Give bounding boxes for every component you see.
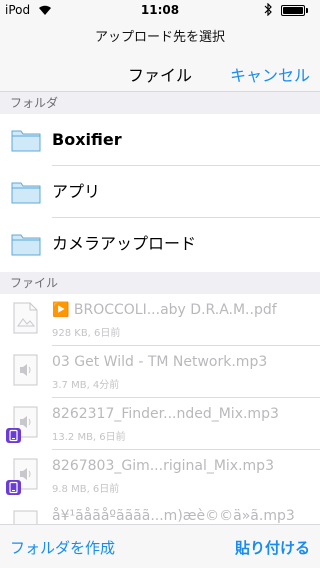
file-row: ▶️ BROCCOLI...aby D.R.A.M..pdf 928 KB, 6… <box>0 294 320 346</box>
folder-label: カメラアップロード <box>52 234 197 253</box>
file-name: 8262317_Finder...nded_Mix.mp3 <box>52 406 279 422</box>
file-row: 03 Get Wild - TM Network.mp3 3.7 MB, 4分前 <box>0 346 320 398</box>
file-name: 03 Get Wild - TM Network.mp3 <box>52 354 268 370</box>
battery-icon <box>281 5 305 16</box>
folder-icon <box>11 130 41 152</box>
audio-file-icon <box>13 354 38 386</box>
folder-label: Boxifier <box>52 130 122 149</box>
status-bar: iPod 11:08 <box>0 0 320 20</box>
bottom-toolbar: フォルダを作成 貼り付ける <box>0 524 320 568</box>
battery-tip <box>306 8 308 13</box>
file-name: 8267803_Gim...riginal_Mix.mp3 <box>52 458 274 474</box>
section-header-files: ファイル <box>0 272 320 294</box>
file-meta: 13.2 MB, 6日前 <box>52 432 126 443</box>
file-meta: 928 KB, 6日前 <box>52 328 121 339</box>
file-meta: 9.8 MB, 6日前 <box>52 484 120 495</box>
pdf-file-icon <box>13 302 38 334</box>
folder-icon <box>11 234 41 256</box>
clock: 11:08 <box>140 3 180 17</box>
folder-label: アプリ <box>52 182 101 201</box>
folder-row-camera-upload[interactable]: カメラアップロード <box>0 218 320 270</box>
device-badge-icon <box>6 480 21 495</box>
cancel-button[interactable]: キャンセル <box>230 62 310 86</box>
folder-icon <box>11 182 41 204</box>
file-row: å¥¹ãåãåºãããã...m)æè©©ä»ã.mp3 <box>0 502 320 524</box>
bluetooth-icon <box>264 3 272 16</box>
file-name: ▶️ BROCCOLI...aby D.R.A.M..pdf <box>52 302 277 318</box>
folder-row-apps[interactable]: アプリ <box>0 166 320 218</box>
upload-prompt: アップロード先を選択 <box>94 30 225 45</box>
device-badge-icon <box>6 428 21 443</box>
file-name: å¥¹ãåãåºãããã...m)æè©©ä»ã.mp3 <box>52 508 295 524</box>
file-row: 8267803_Gim...riginal_Mix.mp3 9.8 MB, 6日… <box>0 450 320 502</box>
file-meta: 3.7 MB, 4分前 <box>52 380 120 391</box>
navigation-header: アップロード先を選択 ファイル キャンセル <box>0 20 320 92</box>
folder-row-boxifier[interactable]: Boxifier <box>0 114 320 166</box>
paste-button[interactable]: 貼り付ける <box>235 537 310 558</box>
audio-file-icon <box>13 510 38 524</box>
section-header-folders: フォルダ <box>0 92 320 114</box>
file-row: 8262317_Finder...nded_Mix.mp3 13.2 MB, 6… <box>0 398 320 450</box>
create-folder-button[interactable]: フォルダを作成 <box>10 537 115 558</box>
